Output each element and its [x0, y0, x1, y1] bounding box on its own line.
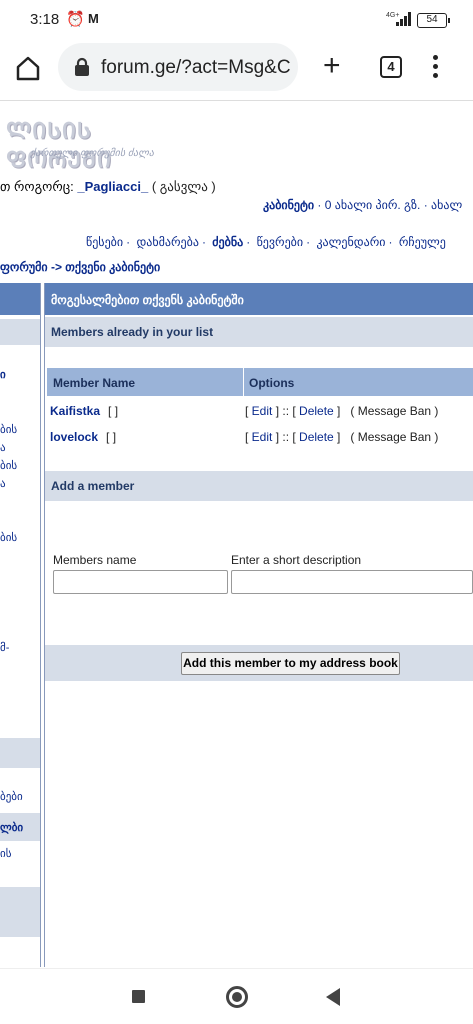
sidebar-link[interactable]: ა: [0, 477, 6, 490]
logged-in-line: თ როგორც: _Pagliacci_ ( გასვლა ): [0, 179, 216, 195]
delete-link[interactable]: Delete: [299, 430, 334, 444]
home-icon[interactable]: [14, 54, 42, 82]
new-tab-icon[interactable]: +: [323, 51, 341, 81]
cabinet-panel: მოგესალმებით თქვენს კაბინეტში Members al…: [45, 283, 473, 967]
nav-favorites[interactable]: რჩეულე: [399, 235, 446, 249]
alarm-icon: ⏰: [66, 11, 85, 28]
signal-icon: [396, 12, 411, 26]
sidebar-subheader: [0, 319, 40, 345]
battery-icon: 54: [417, 13, 450, 28]
toolbar-divider: [0, 100, 473, 101]
nav-calendar[interactable]: კალენდარი: [316, 235, 385, 249]
messages-link[interactable]: · 0 ახალი პირ. გზ. · ახალ: [314, 198, 462, 212]
sidebar-link[interactable]: ბის: [0, 423, 17, 436]
status-bar: 3:18 ⏰ M 4G+ 54: [0, 0, 473, 40]
tab-switcher-button[interactable]: 4: [380, 56, 402, 78]
members-name-input[interactable]: [53, 570, 228, 594]
sidebar-link[interactable]: ლბი: [0, 821, 23, 834]
main-nav: წესები · დახმარება · ძებნა · წევრები · კალენ…: [86, 235, 446, 249]
sidebar-link[interactable]: ბის: [0, 459, 17, 472]
logged-in-prefix: თ როგორც:: [0, 179, 78, 194]
delete-link[interactable]: Delete: [299, 404, 334, 418]
url-text[interactable]: forum.ge/?act=Msg&C: [101, 57, 291, 79]
sidebar-link[interactable]: ის: [0, 847, 11, 860]
table-row: lovelock[ ] [ Edit ] :: [ Delete ] ( Mes…: [50, 430, 439, 444]
back-icon[interactable]: [326, 988, 340, 1006]
system-nav-bar: [0, 968, 473, 1024]
cabinet-link[interactable]: კაბინეტი: [263, 198, 314, 212]
message-ban-status: ( Message Ban ): [350, 430, 439, 444]
recents-icon[interactable]: [132, 990, 145, 1003]
nav-members[interactable]: წევრები: [257, 235, 304, 249]
members-table-header: Member Name Options: [47, 368, 473, 396]
home-button-icon[interactable]: [226, 986, 248, 1008]
nav-search[interactable]: ძებნა: [212, 235, 243, 249]
sidebar-link[interactable]: ი: [0, 368, 6, 381]
user-links: კაბინეტი · 0 ახალი პირ. გზ. · ახალ: [263, 198, 462, 212]
sidebar-link[interactable]: ბები: [0, 790, 23, 803]
add-member-button[interactable]: Add this member to my address book: [181, 652, 400, 675]
forum-logo[interactable]: ᲚᲘᲡᲘᲡ ᲤᲝᲠᲣᲛᲘ ქართული ფორუმის ძალა: [0, 110, 170, 173]
notification-icon: M: [88, 11, 99, 26]
clock: 3:18: [30, 11, 60, 28]
description-label: Enter a short description: [231, 553, 362, 567]
panel-title: მოგესალმებით თქვენს კაბინეტში: [45, 283, 473, 315]
message-ban-status: ( Message Ban ): [350, 404, 439, 418]
col-options: Options: [249, 376, 295, 390]
sidebar-header: [0, 283, 40, 315]
column-divider: [40, 283, 41, 967]
username-link[interactable]: _Pagliacci_: [77, 179, 148, 194]
member-name-link[interactable]: Kaifistka: [50, 404, 100, 418]
header-divider: [243, 368, 244, 396]
logo-title: ᲚᲘᲡᲘᲡ ᲤᲝᲠᲣᲛᲘ: [6, 118, 112, 173]
sidebar-link[interactable]: ა: [0, 441, 6, 454]
sidebar: ი ბის ა ბის ა ბის მ- ბები ლბი ის: [0, 283, 42, 967]
sidebar-section: [0, 887, 40, 937]
nav-help[interactable]: დახმარება: [136, 235, 199, 249]
description-input[interactable]: [231, 570, 473, 594]
edit-link[interactable]: Edit: [252, 404, 273, 418]
add-member-section-title: Add a member: [45, 471, 473, 501]
breadcrumb[interactable]: ფორუმი -> თქვენი კაბინეტი: [0, 260, 160, 274]
members-name-label: Members name: [53, 553, 137, 567]
member-brackets: [ ]: [108, 404, 119, 418]
member-brackets: [ ]: [106, 430, 117, 444]
edit-link[interactable]: Edit: [252, 430, 273, 444]
nav-rules[interactable]: წესები: [86, 235, 123, 249]
sidebar-link[interactable]: ბის: [0, 531, 17, 544]
logout-link[interactable]: ( გასვლა ): [152, 179, 216, 194]
more-menu-icon[interactable]: [430, 52, 440, 82]
lock-icon[interactable]: [72, 57, 92, 77]
sidebar-section: [0, 738, 40, 768]
members-section-title: Members already in your list: [45, 317, 473, 347]
logo-tagline: ქართული ფორუმის ძალა: [30, 148, 154, 159]
browser-toolbar: forum.ge/?act=Msg&C + 4: [0, 40, 473, 98]
member-name-link[interactable]: lovelock: [50, 430, 98, 444]
table-row: Kaifistka[ ] [ Edit ] :: [ Delete ] ( Me…: [50, 404, 439, 418]
col-member-name: Member Name: [53, 376, 136, 390]
sidebar-link[interactable]: მ-: [0, 641, 9, 654]
